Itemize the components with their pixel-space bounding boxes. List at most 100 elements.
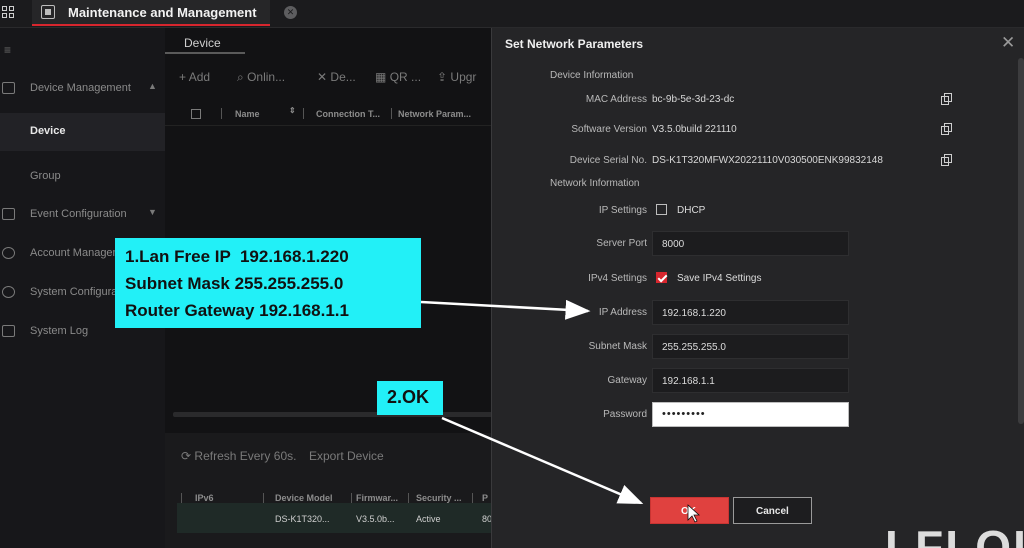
- cell-firmware: V3.5.0b...: [356, 514, 395, 524]
- online-devices-panel: ⟳ Refresh Every 60s. Export Device IPv6 …: [165, 433, 495, 548]
- col-ipv6[interactable]: IPv6: [195, 493, 214, 503]
- dialog-scrollbar[interactable]: [1018, 58, 1024, 424]
- ip-address-input[interactable]: 192.168.1.220: [652, 300, 849, 325]
- copy-icon[interactable]: [941, 93, 953, 105]
- ok-label: OK: [681, 506, 696, 517]
- password-value: •••••••••: [662, 408, 706, 420]
- search-icon: ⌕: [237, 70, 244, 84]
- network-information-heading: Network Information: [550, 178, 640, 189]
- col-name[interactable]: Name: [235, 109, 260, 119]
- upgrade-icon: ⇪: [437, 70, 448, 84]
- qr-button[interactable]: ▦ QR ...: [375, 70, 421, 84]
- col-network[interactable]: Network Param...: [398, 109, 471, 119]
- col-firmware[interactable]: Firmwar...: [356, 493, 398, 503]
- chevron-down-icon: ▼: [148, 207, 157, 217]
- chevron-up-icon: ▲: [148, 81, 157, 91]
- sidebar-item-label: Event Configuration: [30, 208, 127, 220]
- delete-button[interactable]: ✕ De...: [317, 70, 356, 84]
- sidebar-item-label: System Log: [30, 325, 89, 337]
- col-security[interactable]: Security ...: [416, 493, 462, 503]
- gateway-input[interactable]: 192.168.1.1: [652, 368, 849, 393]
- sidebar-item-event-configuration[interactable]: Event Configuration ▼: [0, 196, 165, 234]
- col-port[interactable]: P: [482, 493, 488, 503]
- dhcp-checkbox[interactable]: [656, 204, 667, 215]
- upgrade-label: Upgr: [450, 70, 477, 84]
- delete-label: De...: [330, 70, 356, 84]
- annotation-step2-label: 2.OK: [387, 387, 430, 407]
- cancel-button[interactable]: Cancel: [733, 497, 812, 524]
- cell-security: Active: [416, 514, 441, 524]
- sidebar-item-device[interactable]: Device: [0, 113, 165, 151]
- select-all-checkbox[interactable]: [191, 109, 201, 119]
- save-ipv4-label: Save IPv4 Settings: [677, 273, 762, 284]
- table-header: Name ⇕ Connection T... Network Param...: [165, 102, 495, 126]
- tab-device-label: Device: [184, 36, 221, 50]
- annotation-step1-line2: Subnet Mask 255.255.255.0: [125, 274, 344, 293]
- sidebar-item-group[interactable]: Group: [0, 158, 165, 196]
- copy-icon[interactable]: [941, 123, 953, 135]
- maintenance-icon: [41, 5, 55, 19]
- set-network-parameters-dialog: Set Network Parameters ✕ Device Informat…: [491, 28, 1024, 548]
- sidebar-item-label: Group: [30, 170, 61, 182]
- gateway-label: Gateway: [607, 375, 647, 386]
- add-button[interactable]: + Add: [179, 70, 210, 84]
- ip-address-value: 192.168.1.220: [662, 308, 726, 319]
- close-icon[interactable]: ✕: [1001, 33, 1015, 53]
- toolbar: + Add ⌕ Onlin... ✕ De... ▦ QR ... ⇪ Upgr: [165, 66, 495, 88]
- refresh-button[interactable]: ⟳ Refresh Every 60s.: [181, 449, 296, 463]
- user-icon: [2, 247, 15, 259]
- col-device-model[interactable]: Device Model: [275, 493, 333, 503]
- password-input[interactable]: •••••••••: [652, 402, 849, 427]
- server-port-input[interactable]: 8000: [652, 231, 849, 256]
- sidebar-item-label: Account Managem: [30, 247, 122, 259]
- refresh-icon: ⟳: [181, 449, 192, 463]
- subnet-mask-input[interactable]: 255.255.255.0: [652, 334, 849, 359]
- software-version-label: Software Version: [571, 124, 647, 135]
- menu-toggle-icon[interactable]: ≡: [4, 43, 11, 57]
- server-port-label: Server Port: [596, 238, 647, 249]
- device-information-heading: Device Information: [550, 70, 634, 81]
- col-connection[interactable]: Connection T...: [316, 109, 380, 119]
- copy-icon[interactable]: [941, 154, 953, 166]
- sidebar-item-label: Device: [30, 125, 66, 137]
- gateway-value: 192.168.1.1: [662, 376, 715, 387]
- top-bar: Maintenance and Management ✕: [0, 0, 1024, 28]
- app-grid-icon[interactable]: [2, 6, 16, 20]
- online-button[interactable]: ⌕ Onlin...: [237, 70, 285, 85]
- upgrade-button[interactable]: ⇪ Upgr: [437, 70, 476, 84]
- subnet-mask-label: Subnet Mask: [588, 341, 647, 352]
- mac-address-value: bc-9b-5e-3d-23-dc: [652, 94, 735, 105]
- ip-settings-label: IP Settings: [598, 205, 647, 216]
- horizontal-scrollbar[interactable]: [173, 412, 495, 417]
- server-port-value: 8000: [662, 239, 685, 250]
- ipv4-settings-label: IPv4 Settings: [588, 273, 647, 284]
- log-icon: [2, 325, 15, 337]
- export-device-button[interactable]: Export Device: [309, 449, 384, 463]
- qr-label: QR ...: [389, 70, 422, 84]
- watermark: LFLOI: [885, 521, 1024, 548]
- screen: Maintenance and Management ✕ ≡ Device Ma…: [0, 0, 1024, 548]
- tab-close-icon[interactable]: ✕: [284, 6, 297, 19]
- annotation-step1-line3: Router Gateway 192.168.1.1: [125, 301, 349, 320]
- sort-icon[interactable]: ⇕: [289, 106, 296, 115]
- event-icon: [2, 208, 15, 220]
- sidebar-item-label: Device Management: [30, 82, 131, 94]
- annotation-step1: 1.Lan Free IP 192.168.1.220 Subnet Mask …: [115, 238, 421, 328]
- dialog-title: Set Network Parameters: [505, 37, 644, 51]
- device-management-icon: [2, 82, 15, 94]
- table-row[interactable]: DS-K1T320... V3.5.0b... Active 80: [177, 503, 495, 533]
- dhcp-label: DHCP: [677, 205, 706, 216]
- refresh-label: Refresh Every 60s.: [194, 449, 297, 463]
- close-icon: ✕: [317, 70, 328, 84]
- serial-number-value: DS-K1T320MFWX20221110V030500ENK99832148: [652, 155, 883, 166]
- qr-icon: ▦: [375, 70, 387, 84]
- ok-button[interactable]: OK: [650, 497, 729, 524]
- sidebar-item-device-management[interactable]: Device Management ▲: [0, 70, 165, 108]
- save-ipv4-checkbox[interactable]: [656, 272, 667, 283]
- annotation-step1-line1: 1.Lan Free IP 192.168.1.220: [125, 247, 349, 266]
- annotation-step2: 2.OK: [377, 381, 443, 415]
- subnet-mask-value: 255.255.255.0: [662, 342, 726, 353]
- mac-address-label: MAC Address: [585, 94, 647, 105]
- tab-device[interactable]: Device: [165, 28, 245, 54]
- tab-maintenance[interactable]: Maintenance and Management ✕: [32, 0, 297, 26]
